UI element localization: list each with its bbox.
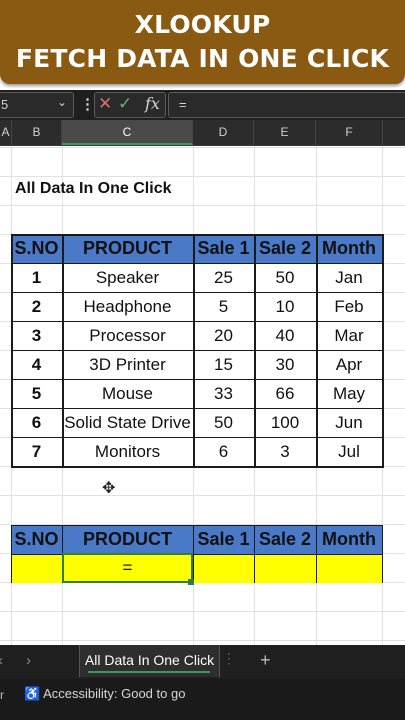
table-cell-sale1[interactable]: 20 xyxy=(193,326,254,346)
table-cell-sale1[interactable]: 25 xyxy=(193,268,254,288)
table-cell-product[interactable]: Processor xyxy=(62,326,193,346)
cell-cursor-icon: ✥ xyxy=(102,480,116,497)
status-prefix: r xyxy=(0,688,4,702)
table-header-product[interactable]: PRODUCT xyxy=(62,238,193,259)
lookup-header-sale2[interactable]: Sale 2 xyxy=(254,529,316,550)
formula-text: = xyxy=(179,97,187,112)
gridline-horizontal xyxy=(0,205,405,206)
fill-handle[interactable] xyxy=(188,579,194,585)
active-tab-underline xyxy=(88,671,210,673)
table-cell-sno[interactable]: 3 xyxy=(11,326,62,346)
accessibility-label: Accessibility: Good to go xyxy=(43,686,186,701)
title-banner: XLOOKUP FETCH DATA IN ONE CLICK xyxy=(0,0,405,84)
add-sheet-button[interactable]: + xyxy=(260,650,271,671)
table-border-horizontal xyxy=(11,437,384,438)
tab-separator: ⋮ xyxy=(222,650,236,666)
column-header-a[interactable]: A xyxy=(0,120,12,145)
table-header-sale1[interactable]: Sale 1 xyxy=(193,238,254,259)
table-header-month[interactable]: Month xyxy=(316,238,382,259)
table-cell-sale2[interactable]: 3 xyxy=(254,442,316,462)
gridline-horizontal xyxy=(0,147,405,148)
gridline-horizontal xyxy=(0,176,405,177)
active-cell[interactable] xyxy=(62,553,193,583)
name-box[interactable]: 5 ⌄ xyxy=(0,92,74,118)
table-border-horizontal xyxy=(11,234,384,236)
accessibility-status[interactable]: ♿ Accessibility: Good to go xyxy=(24,686,185,702)
table-border-horizontal xyxy=(11,350,384,351)
table-cell-sale1[interactable]: 33 xyxy=(193,384,254,404)
table-cell-sale1[interactable]: 5 xyxy=(193,297,254,317)
table-border-horizontal xyxy=(11,379,384,380)
column-header-d[interactable]: D xyxy=(193,120,254,145)
table-header-sno[interactable]: S.NO xyxy=(11,238,62,259)
banner-subtitle: FETCH DATA IN ONE CLICK xyxy=(15,44,390,73)
table-cell-sno[interactable]: 1 xyxy=(11,268,62,288)
table-cell-sno[interactable]: 5 xyxy=(11,384,62,404)
table-cell-sno[interactable]: 6 xyxy=(11,413,62,433)
table-cell-sno[interactable]: 7 xyxy=(11,442,62,462)
table-cell-sale2[interactable]: 100 xyxy=(254,413,316,433)
table-cell-month[interactable]: Jun xyxy=(316,413,382,433)
table-cell-month[interactable]: Jul xyxy=(316,442,382,462)
table-cell-sno[interactable]: 4 xyxy=(11,355,62,375)
accessibility-icon: ♿ xyxy=(24,686,41,701)
table-cell-month[interactable]: Feb xyxy=(316,297,382,317)
table-border-horizontal xyxy=(11,408,384,409)
table-cell-product[interactable]: 3D Printer xyxy=(62,355,193,375)
table-cell-sale2[interactable]: 30 xyxy=(254,355,316,375)
lookup-header-product[interactable]: PRODUCT xyxy=(62,529,193,550)
table-header-sale2[interactable]: Sale 2 xyxy=(254,238,316,259)
sheet-tab-label: All Data In One Click xyxy=(84,652,215,668)
enter-icon[interactable]: ✓ xyxy=(118,94,132,114)
banner-title: XLOOKUP xyxy=(134,10,271,39)
lookup-header-sno[interactable]: S.NO xyxy=(11,529,62,550)
table-cell-month[interactable]: May xyxy=(316,384,382,404)
table-cell-sale2[interactable]: 66 xyxy=(254,384,316,404)
table-cell-product[interactable]: Monitors xyxy=(62,442,193,462)
cancel-icon[interactable]: ✕ xyxy=(98,94,112,114)
table-cell-sale2[interactable]: 50 xyxy=(254,268,316,288)
gridline-horizontal xyxy=(0,640,405,641)
sheet-title-cell[interactable]: All Data In One Click xyxy=(15,180,171,198)
lookup-header-sale1[interactable]: Sale 1 xyxy=(193,529,254,550)
table-border-horizontal xyxy=(11,263,384,264)
gridline-horizontal xyxy=(0,611,405,612)
table-cell-sale1[interactable]: 6 xyxy=(193,442,254,462)
lookup-border-horizontal xyxy=(11,525,383,526)
table-cell-month[interactable]: Mar xyxy=(316,326,382,346)
table-cell-sale1[interactable]: 15 xyxy=(193,355,254,375)
table-cell-product[interactable]: Speaker xyxy=(62,268,193,288)
gridline-horizontal xyxy=(0,495,405,496)
column-header-c[interactable]: C xyxy=(62,120,193,145)
table-cell-sale2[interactable]: 40 xyxy=(254,326,316,346)
table-cell-product[interactable]: Mouse xyxy=(62,384,193,404)
formula-input[interactable]: = xyxy=(168,92,405,118)
scroll-left-icon[interactable]: ‹ xyxy=(0,652,3,669)
table-cell-sale2[interactable]: 10 xyxy=(254,297,316,317)
table-border-horizontal xyxy=(11,292,384,293)
more-options-icon[interactable]: ⋮ xyxy=(80,95,95,113)
table-cell-product[interactable]: Solid State Drive xyxy=(62,413,193,433)
table-border-horizontal xyxy=(11,321,384,322)
table-border-horizontal xyxy=(11,466,384,468)
chevron-down-icon[interactable]: ⌄ xyxy=(57,95,67,109)
scroll-right-icon[interactable]: › xyxy=(26,652,31,669)
column-header-f[interactable]: F xyxy=(316,120,383,145)
table-cell-month[interactable]: Jan xyxy=(316,268,382,288)
table-cell-sno[interactable]: 2 xyxy=(11,297,62,317)
column-header-e[interactable]: E xyxy=(254,120,316,145)
table-cell-sale1[interactable]: 50 xyxy=(193,413,254,433)
column-header-b[interactable]: B xyxy=(12,120,62,145)
insert-function-icon[interactable]: fx xyxy=(145,94,160,113)
lookup-header-month[interactable]: Month xyxy=(316,529,382,550)
name-box-value: 5 xyxy=(1,97,9,112)
table-cell-month[interactable]: Apr xyxy=(316,355,382,375)
table-cell-product[interactable]: Headphone xyxy=(62,297,193,317)
